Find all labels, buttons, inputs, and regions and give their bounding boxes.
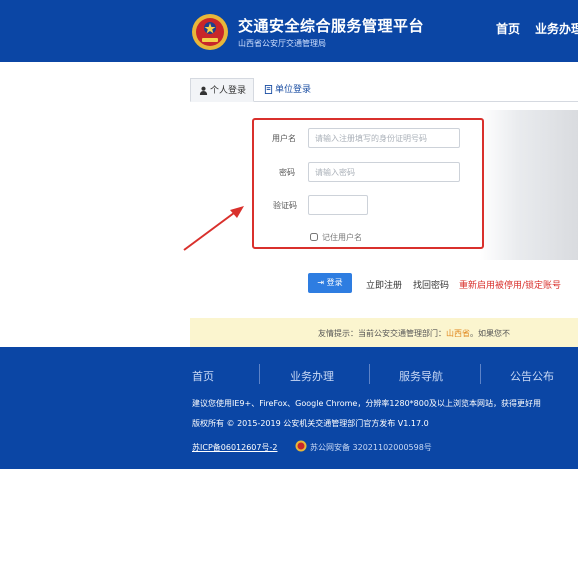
browser-tip: 建议您使用IE9+、FireFox、Google Chrome，分辨率1280*… bbox=[192, 399, 541, 408]
password-input[interactable] bbox=[308, 162, 460, 182]
remember-username[interactable]: 记住用户名 bbox=[310, 232, 362, 243]
tab-personal-label: 个人登录 bbox=[210, 86, 247, 96]
notice-text: 友情提示：当前公安交通管理部门：山西省。如果您不 bbox=[318, 328, 510, 339]
notice-suffix: 。如果您不 bbox=[470, 329, 510, 338]
top-nav-home[interactable]: 首页 bbox=[496, 20, 520, 37]
copyright: 版权所有 © 2015-2019 公安机关交通管理部门官方发布 V1.17.0 bbox=[192, 419, 429, 428]
site-subtitle: 山西省公安厅交通管理局 bbox=[238, 39, 326, 48]
police-emblem-icon bbox=[192, 14, 228, 50]
reenable-account-link[interactable]: 重新启用被停用/锁定账号 bbox=[459, 278, 561, 291]
footer-nav-announcements[interactable]: 公告公布 bbox=[510, 368, 554, 384]
document-icon bbox=[264, 85, 273, 94]
footer-nav-business[interactable]: 业务办理 bbox=[290, 368, 334, 384]
footer-nav-home[interactable]: 首页 bbox=[192, 368, 214, 384]
notice-region[interactable]: 山西省 bbox=[446, 329, 470, 338]
captcha-label: 验证码 bbox=[273, 201, 297, 210]
annotation-arrow-icon bbox=[183, 206, 244, 251]
footer-divider bbox=[369, 364, 370, 384]
register-link[interactable]: 立即注册 bbox=[366, 278, 402, 291]
tab-unit-login[interactable]: 单位登录 bbox=[256, 78, 322, 102]
username-input[interactable] bbox=[308, 128, 460, 148]
tab-unit-label: 单位登录 bbox=[275, 85, 312, 95]
login-tab-bar: 个人登录 单位登录 bbox=[190, 78, 578, 102]
recover-password-link[interactable]: 找回密码 bbox=[413, 278, 449, 291]
remember-label: 记住用户名 bbox=[322, 233, 362, 242]
police-badge-icon bbox=[295, 440, 307, 452]
top-nav-business[interactable]: 业务办理 bbox=[535, 20, 578, 37]
footer-divider bbox=[480, 364, 481, 384]
captcha-input[interactable] bbox=[308, 195, 368, 215]
police-record-link[interactable]: 苏公网安备 32021102000598号 bbox=[310, 442, 432, 453]
login-icon: ⇥ bbox=[317, 278, 327, 287]
footer-divider bbox=[259, 364, 260, 384]
icp-record-link[interactable]: 苏ICP备06012607号-2 bbox=[192, 442, 277, 453]
footer-nav-service[interactable]: 服务导航 bbox=[399, 368, 443, 384]
decorative-background bbox=[480, 110, 578, 260]
username-label: 用户名 bbox=[272, 134, 296, 143]
tab-personal-login[interactable]: 个人登录 bbox=[190, 78, 254, 102]
password-label: 密码 bbox=[279, 168, 295, 177]
login-button-label: 登录 bbox=[326, 278, 343, 287]
notice-prefix: 友情提示：当前公安交通管理部门： bbox=[318, 329, 446, 338]
remember-checkbox[interactable] bbox=[310, 233, 318, 241]
user-icon bbox=[199, 86, 208, 95]
site-title: 交通安全综合服务管理平台 bbox=[238, 17, 425, 35]
login-button[interactable]: ⇥ 登录 bbox=[308, 273, 352, 293]
